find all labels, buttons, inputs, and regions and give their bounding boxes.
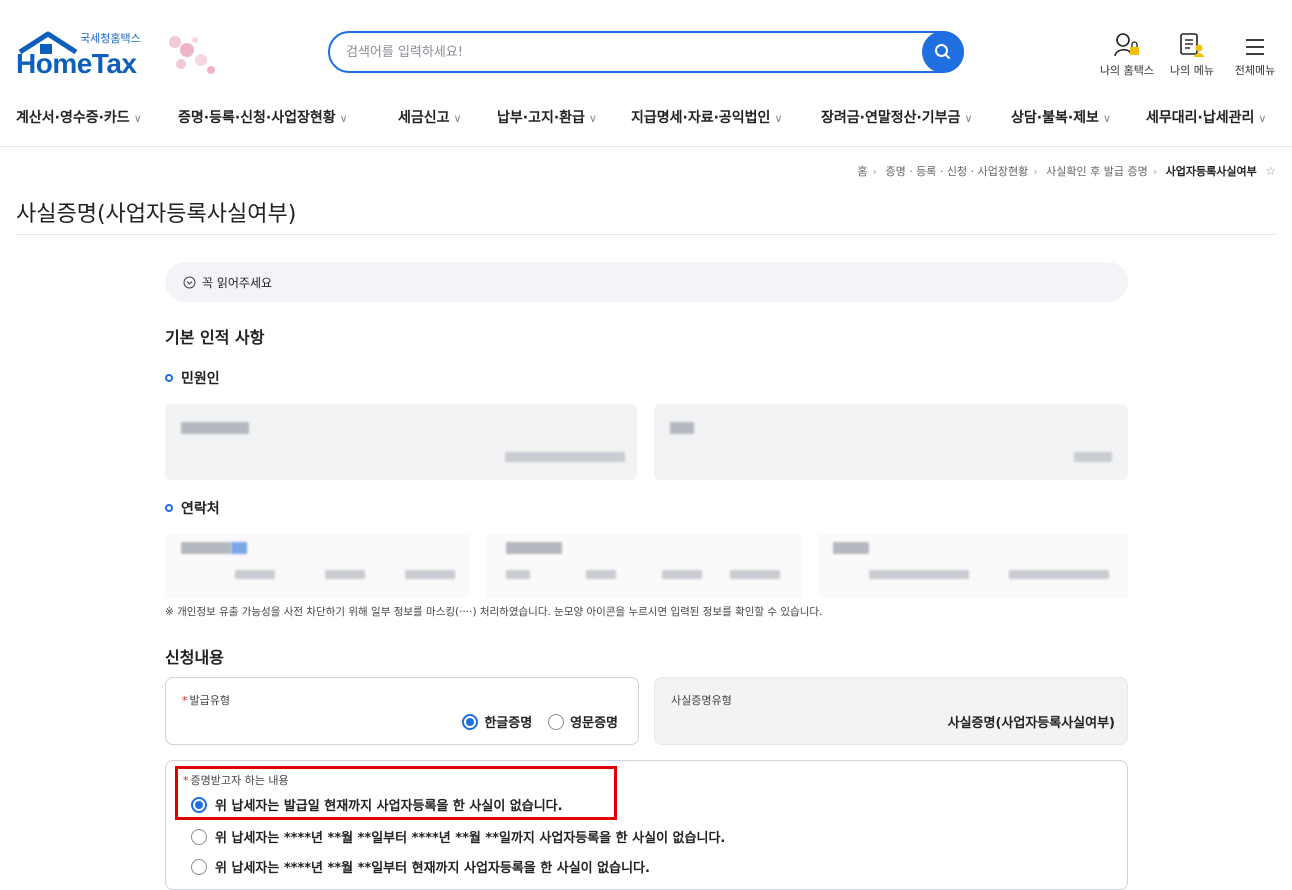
issue-type-field: * 발급유형 한글증명 영문증명	[165, 677, 639, 745]
issue-type-radio-group: 한글증명 영문증명	[462, 712, 618, 731]
applicant-name-field	[165, 404, 637, 480]
contact-label: 연락처	[181, 501, 220, 517]
radio-unselected-icon	[191, 828, 207, 845]
breadcrumb-item[interactable]: 증명 · 등록 · 신청 · 사업장현황	[885, 165, 1028, 178]
chevron-down-icon: ∨	[1258, 112, 1267, 125]
gnb-item-certificates[interactable]: 증명·등록·신청·사업장현황 ∨	[178, 107, 348, 127]
my-menu-button[interactable]: 나의 메뉴	[1160, 30, 1224, 80]
all-menu-button[interactable]: 전체메뉴	[1223, 30, 1287, 80]
gnb-label: 세무대리·납세관리	[1146, 110, 1255, 126]
contact-field-1	[165, 534, 469, 598]
gnb-item-tax-filing[interactable]: 세금신고 ∨	[398, 107, 462, 127]
cert-type-field: 사실증명유형 사실증명(사업자등록사실여부)	[654, 677, 1128, 745]
search-icon	[935, 44, 950, 59]
my-menu-label: 나의 메뉴	[1170, 64, 1214, 77]
certify-option-3[interactable]: 위 납세자는 ****년 **월 **일부터 현재까지 사업자등록을 한 사실이…	[191, 857, 650, 876]
radio-english-cert[interactable]: 영문증명	[548, 712, 618, 731]
cert-type-label: 사실증명유형	[671, 694, 732, 707]
gnb-label: 증명·등록·신청·사업장현황	[178, 110, 336, 126]
header: 국세청홈택스 HomeTax 나의 홈	[0, 0, 1292, 95]
global-nav: 계산서·영수증·카드 ∨ 증명·등록·신청·사업장현황 ∨ 세금신고 ∨ 납부·고지·…	[0, 95, 1292, 147]
search-button[interactable]	[922, 31, 964, 73]
gnb-item-payment-statements[interactable]: 지급명세·자료·공익법인 ∨	[631, 107, 783, 127]
highlight-box	[175, 766, 617, 820]
gnb-label: 상담·불복·제보	[1011, 110, 1099, 126]
my-menu-icon	[1180, 33, 1204, 57]
chevron-down-icon: ∨	[453, 112, 462, 125]
my-hometax-label: 나의 홈택스	[1099, 64, 1155, 77]
contact-field-3	[819, 534, 1128, 598]
logo-org-text: 국세청홈택스	[80, 32, 141, 45]
cert-type-value: 사실증명(사업자등록사실여부)	[947, 716, 1115, 731]
bullet-icon	[165, 374, 173, 382]
user-lock-icon	[1114, 33, 1139, 57]
chevron-down-icon: ∨	[133, 112, 142, 125]
radio-korean-cert[interactable]: 한글증명	[462, 712, 532, 731]
breadcrumb: 홈 › 증명 · 등록 · 신청 · 사업장현황 › 사실확인 후 발급 증명 › 사…	[857, 164, 1276, 178]
radio-unselected-icon	[548, 713, 565, 730]
bullet-icon	[165, 504, 173, 512]
page-title: 사실증명(사업자등록사실여부)	[16, 202, 297, 227]
gnb-item-receipts[interactable]: 계산서·영수증·카드 ∨	[16, 107, 142, 127]
chevron-down-icon: ∨	[588, 112, 597, 125]
notice-label: 꼭 읽어주세요	[202, 276, 273, 290]
privacy-note: ※ 개인정보 유출 가능성을 사전 차단하기 위해 일부 정보를 마스킹(···…	[165, 606, 823, 618]
gnb-item-payment[interactable]: 납부·고지·환급 ∨	[497, 107, 597, 127]
application-title: 신청내용	[165, 648, 224, 667]
applicant-label: 민원인	[181, 371, 220, 387]
radio-unselected-icon	[191, 858, 207, 875]
option-label: 위 납세자는 ****년 **월 **일부터 ****년 **월 **일까지 사…	[215, 831, 726, 846]
chevron-down-icon: ∨	[964, 112, 973, 125]
contact-subtitle: 연락처	[165, 498, 220, 518]
chevron-down-icon: ∨	[774, 112, 783, 125]
chevron-down-icon: ∨	[339, 112, 348, 125]
hometax-logo[interactable]: 국세청홈택스 HomeTax	[16, 26, 226, 82]
gnb-label: 납부·고지·환급	[497, 110, 585, 126]
divider	[16, 234, 1276, 235]
basic-info-title: 기본 인적 사항	[165, 328, 265, 347]
issue-type-label: * 발급유형	[182, 694, 230, 707]
read-notice-toggle[interactable]: 꼭 읽어주세요	[165, 262, 1128, 302]
option-label: 위 납세자는 ****년 **월 **일부터 현재까지 사업자등록을 한 사실이…	[215, 861, 650, 876]
gnb-label: 계산서·영수증·카드	[16, 110, 130, 126]
hamburger-menu-icon	[1246, 39, 1264, 55]
all-menu-label: 전체메뉴	[1234, 64, 1276, 77]
radio-selected-icon	[462, 713, 479, 730]
gnb-item-consulting[interactable]: 상담·불복·제보 ∨	[1011, 107, 1111, 127]
certify-option-2[interactable]: 위 납세자는 ****년 **월 **일부터 ****년 **월 **일까지 사…	[191, 827, 725, 846]
applicant-subtitle: 민원인	[165, 368, 220, 388]
cherry-blossom-icon	[169, 36, 215, 74]
breadcrumb-current: 사업자등록사실여부	[1165, 165, 1257, 178]
breadcrumb-item[interactable]: 사실확인 후 발급 증명	[1046, 165, 1148, 178]
gnb-label: 장려금·연말정산·기부금	[821, 110, 961, 126]
gnb-item-tax-agent[interactable]: 세무대리·납세관리 ∨	[1146, 107, 1266, 127]
contact-field-2	[486, 534, 802, 598]
radio-label: 한글증명	[484, 716, 533, 731]
chevron-circle-down-icon	[183, 276, 196, 289]
gnb-label: 지급명세·자료·공익법인	[631, 110, 771, 126]
my-hometax-button[interactable]: 나의 홈택스	[1095, 30, 1159, 80]
chevron-down-icon: ∨	[1102, 112, 1111, 125]
applicant-id-field	[654, 404, 1128, 480]
search-box	[328, 31, 964, 73]
favorite-star-icon[interactable]: ☆	[1265, 164, 1276, 178]
search-input[interactable]	[346, 42, 906, 62]
breadcrumb-home[interactable]: 홈	[857, 165, 867, 178]
gnb-item-incentives[interactable]: 장려금·연말정산·기부금 ∨	[821, 107, 973, 127]
radio-label: 영문증명	[570, 716, 618, 731]
gnb-label: 세금신고	[398, 110, 450, 126]
logo-brand-text: HomeTax	[16, 48, 137, 79]
